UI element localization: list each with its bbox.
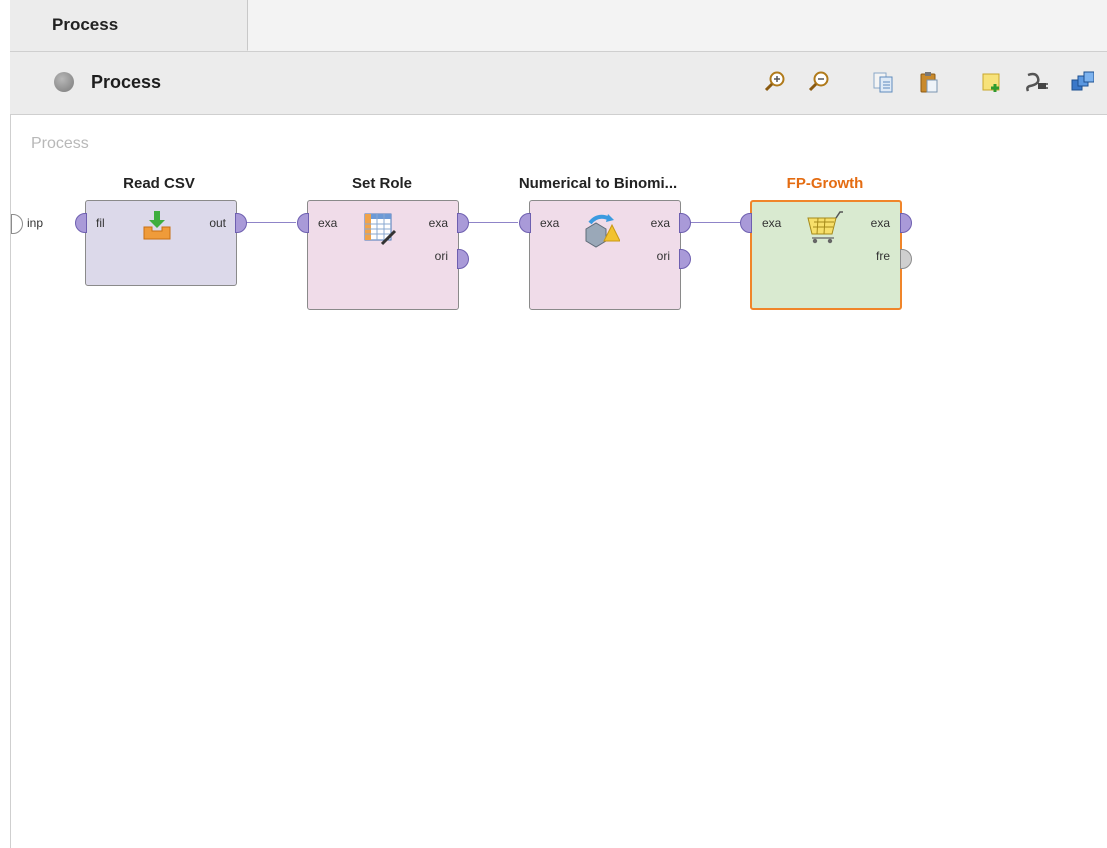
process-status-icon	[54, 72, 74, 92]
download-icon	[140, 209, 174, 243]
port-label-ori: ori	[656, 249, 670, 263]
operator-title-set-role: Set Role	[351, 175, 412, 192]
port-output-exa[interactable]	[679, 213, 691, 233]
port-label-exa-out: exa	[650, 216, 670, 230]
port-label-exa-out: exa	[870, 216, 890, 230]
copy-icon[interactable]	[871, 70, 895, 94]
operator-read-csv[interactable]: fil out	[85, 200, 237, 286]
tab-process[interactable]: Process	[10, 0, 248, 51]
left-border	[10, 0, 11, 848]
process-input-port-label: inp	[27, 216, 44, 230]
port-output-out[interactable]	[235, 213, 247, 233]
port-output-exa[interactable]	[457, 213, 469, 233]
process-input-port[interactable]	[11, 214, 23, 234]
process-toolbar: Process	[10, 52, 1107, 115]
port-input-exa[interactable]	[297, 213, 309, 233]
toolbar-title: Process	[91, 72, 162, 92]
zoom-out-icon[interactable]	[807, 70, 831, 94]
port-label-fre: fre	[875, 249, 890, 263]
port-label-exa-in: exa	[762, 216, 782, 230]
tab-bar: Process	[10, 0, 1107, 52]
new-note-icon[interactable]	[980, 70, 1004, 94]
tab-label: Process	[52, 15, 119, 34]
port-input-fil[interactable]	[75, 213, 87, 233]
operator-title-fp-growth: FP-Growth	[786, 175, 864, 192]
paste-icon[interactable]	[917, 70, 941, 94]
wire-numerical-fpgrowth	[688, 222, 740, 223]
port-output-ori[interactable]	[679, 249, 691, 269]
operator-fp-growth[interactable]: exa exa fre	[750, 200, 902, 310]
wire-readcsv-setrole	[244, 222, 296, 223]
port-label-exa-out: exa	[428, 216, 448, 230]
port-label-exa-in: exa	[318, 216, 338, 230]
operator-title-numerical-to-binominal: Numerical to Binomi...	[518, 175, 678, 192]
wire-setrole-numerical	[466, 222, 518, 223]
port-output-fre[interactable]	[900, 249, 912, 269]
port-output-ori[interactable]	[457, 249, 469, 269]
operator-title-read-csv: Read CSV	[123, 175, 195, 192]
convert-icon	[582, 211, 621, 249]
arrange-icon[interactable]	[1070, 70, 1094, 94]
operator-numerical-to-binominal[interactable]: exa exa ori	[529, 200, 681, 310]
operator-set-role[interactable]: exa exa ori	[307, 200, 459, 310]
table-edit-icon	[362, 211, 398, 247]
port-input-exa[interactable]	[740, 213, 752, 233]
port-input-exa[interactable]	[519, 213, 531, 233]
port-label-fil: fil	[96, 216, 105, 230]
port-label-ori: ori	[434, 249, 448, 263]
shopping-cart-icon	[804, 210, 844, 246]
port-output-exa[interactable]	[900, 213, 912, 233]
canvas-label: Process	[31, 135, 89, 152]
zoom-in-icon[interactable]	[763, 70, 787, 94]
port-label-out: out	[209, 216, 226, 230]
auto-wire-icon[interactable]	[1024, 70, 1048, 94]
port-label-exa-in: exa	[540, 216, 560, 230]
